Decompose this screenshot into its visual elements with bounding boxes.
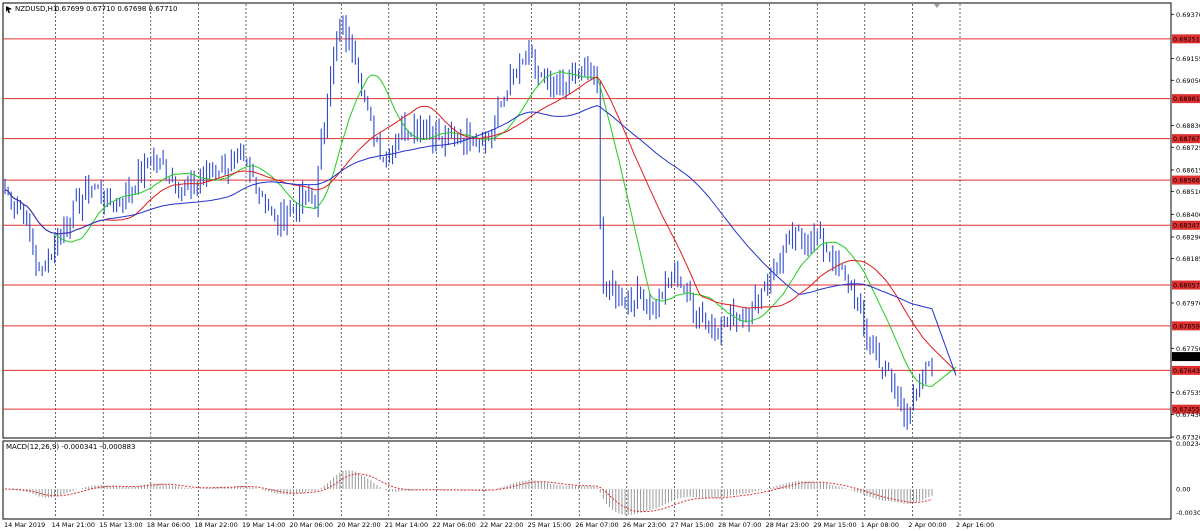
level-price-label: 0.68347 bbox=[1173, 222, 1200, 230]
time-tick-label: 27 Mar 15:00 bbox=[670, 521, 713, 529]
time-tick-label: 28 Mar 07:00 bbox=[718, 521, 761, 529]
time-tick-label: 28 Mar 23:00 bbox=[766, 521, 809, 529]
price-tick-label: 0.67970 bbox=[1176, 299, 1200, 307]
macd-header: MACD(12,26,9) -0.000341 -0.000883 bbox=[6, 443, 135, 451]
time-tick-label: 25 Mar 15:00 bbox=[528, 521, 571, 529]
price-tick-label: 0.67320 bbox=[1176, 434, 1200, 442]
level-price-label: 0.68961 bbox=[1173, 95, 1200, 103]
price-tick-label: 0.69155 bbox=[1176, 55, 1200, 63]
time-tick-label: 26 Mar 23:00 bbox=[623, 521, 666, 529]
price-tick-label: 0.68830 bbox=[1176, 122, 1200, 130]
time-tick-label: 2 Apr 00:00 bbox=[908, 521, 946, 529]
price-tick-label: 0.67750 bbox=[1176, 345, 1200, 353]
level-price-label: 0.68566 bbox=[1173, 177, 1200, 185]
level-price-label: 0.67859 bbox=[1173, 322, 1200, 330]
price-tick-label: 0.68725 bbox=[1176, 144, 1200, 152]
time-tick-label: 20 Mar 22:00 bbox=[337, 521, 380, 529]
level-price-label: 0.67643 bbox=[1173, 367, 1200, 375]
time-tick-label: 29 Mar 15:00 bbox=[813, 521, 856, 529]
price-tick-label: 0.68400 bbox=[1176, 211, 1200, 219]
time-tick-label: 19 Mar 14:00 bbox=[242, 521, 285, 529]
symbol-timeframe: NZDUSD,H1 bbox=[15, 5, 57, 13]
chart-header: NZDUSD,H1 0.67699 0.67710 0.67698 0.6771… bbox=[6, 5, 177, 13]
price-tick-label: 0.67430 bbox=[1176, 411, 1200, 419]
time-tick-label: 15 Mar 13:00 bbox=[99, 521, 142, 529]
price-tick-label: 0.67535 bbox=[1176, 389, 1200, 397]
price-tick-label: 0.68290 bbox=[1176, 233, 1200, 241]
price-tick-label: 0.68510 bbox=[1176, 188, 1200, 196]
time-tick-label: 21 Mar 14:00 bbox=[385, 521, 428, 529]
level-price-label: 0.68767 bbox=[1173, 135, 1200, 143]
time-axis: 14 Mar 2019 14 Mar 21:00 15 Mar 13:00 18 Ma… bbox=[4, 521, 994, 529]
time-tick-label: 22 Mar 22:00 bbox=[480, 521, 523, 529]
time-tick-label: 26 Mar 07:00 bbox=[575, 521, 618, 529]
time-tick-label: 2 Apr 16:00 bbox=[956, 521, 994, 529]
current-price-label: 0.67710 bbox=[1173, 353, 1200, 361]
time-tick-label: 20 Mar 06:00 bbox=[290, 521, 333, 529]
time-tick-label: 22 Mar 06:00 bbox=[432, 521, 475, 529]
time-tick-label: 18 Mar 22:00 bbox=[194, 521, 237, 529]
time-tick-label: 14 Mar 2019 bbox=[4, 521, 45, 529]
trading-chart[interactable]: 0.69251 0.68961 0.68767 0.68566 0.68347 0.680… bbox=[0, 0, 1200, 531]
level-price-label: 0.69251 bbox=[1173, 35, 1200, 43]
macd-tick-label: 0.00 bbox=[1176, 486, 1190, 494]
price-tick-label: 0.69370 bbox=[1176, 11, 1200, 19]
price-tick-label: 0.68615 bbox=[1176, 166, 1200, 174]
time-tick-label: 18 Mar 06:00 bbox=[147, 521, 190, 529]
time-tick-label: 14 Mar 21:00 bbox=[52, 521, 95, 529]
price-tick-label: 0.68185 bbox=[1176, 255, 1200, 263]
price-tick-label: 0.69050 bbox=[1176, 77, 1200, 85]
macd-panel-frame bbox=[2, 440, 1172, 520]
macd-tick-label: -0.003081 bbox=[1176, 509, 1200, 517]
level-price-label: 0.68057 bbox=[1173, 282, 1200, 290]
ohlc-values: 0.67699 0.67710 0.67698 0.67710 bbox=[55, 5, 177, 13]
main-chart-frame bbox=[2, 2, 1172, 439]
time-tick-label: 1 Apr 08:00 bbox=[861, 521, 899, 529]
